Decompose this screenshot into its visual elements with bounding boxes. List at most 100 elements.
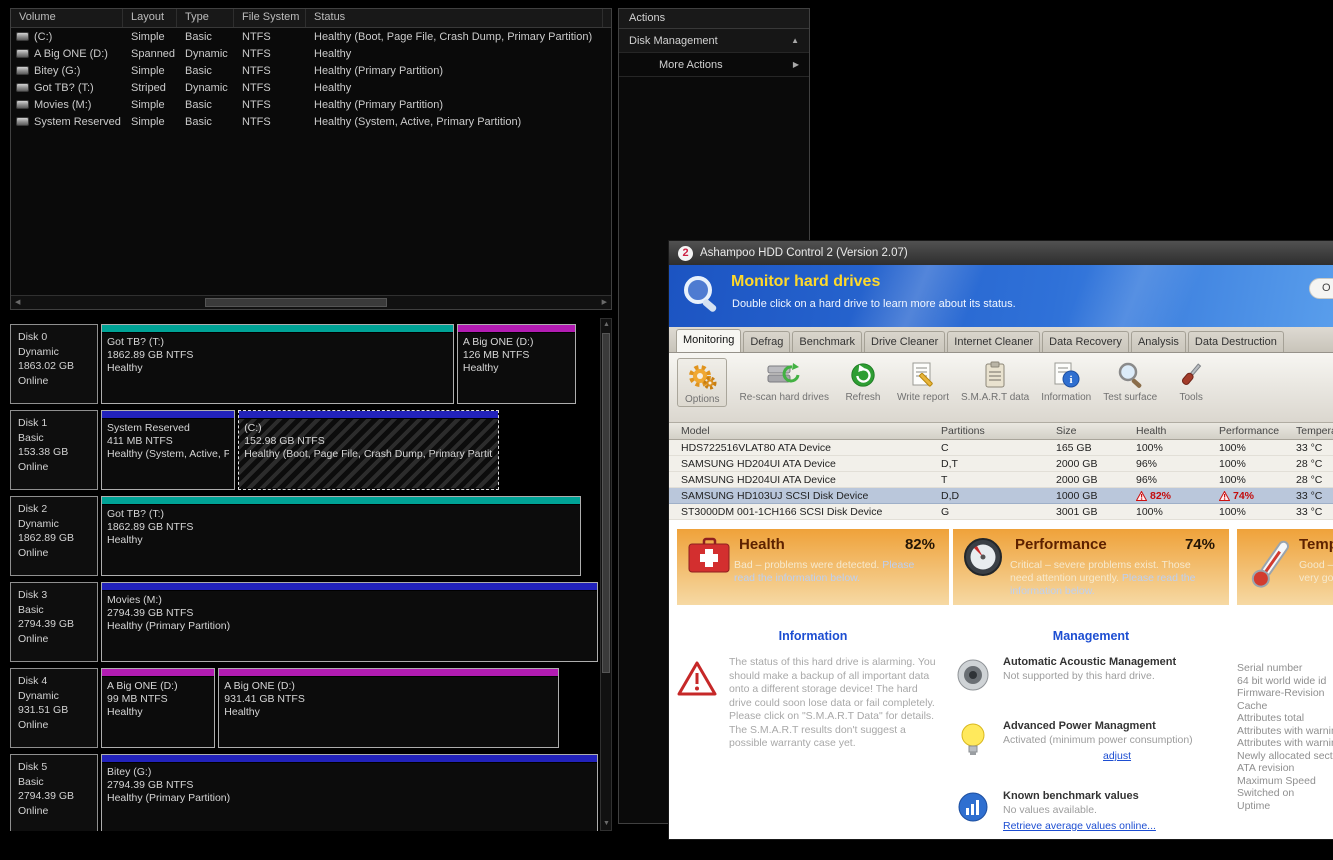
volume-row[interactable]: (C:) Simple Basic NTFS Healthy (Boot, Pa… [11,28,611,45]
drive-partitions: D,D [941,490,960,502]
drive-row[interactable]: HDS722516VLAT80 ATA Device C 165 GB 100%… [669,440,1333,456]
information-button[interactable]: i Information [1041,358,1091,403]
adjust-link[interactable]: adjust [1103,750,1131,762]
vertical-scrollbar[interactable]: ▲ ▼ [600,318,612,831]
smart-data-button[interactable]: S.M.A.R.T data [961,358,1029,403]
scroll-left-icon[interactable]: ◀ [15,299,20,307]
scrollbar-thumb[interactable] [205,298,387,307]
drive-temperature: 28 °C [1296,474,1323,486]
drive-icon [16,117,29,126]
column-header-status[interactable]: Status [306,9,603,27]
tab-data-recovery[interactable]: Data Recovery [1042,331,1129,352]
tools-button[interactable]: Tools [1169,358,1213,403]
column-header-partitions[interactable]: Partitions [941,423,1056,439]
drive-row[interactable]: SAMSUNG HD204UI ATA Device T 2000 GB 96%… [669,472,1333,488]
drive-row[interactable]: ST3000DM 001-1CH166 SCSI Disk Device G 3… [669,504,1333,520]
partition-a-big-one[interactable]: A Big ONE (D:) 99 MB NTFS Healthy [101,668,216,748]
tool-label: Tools [1179,392,1203,403]
column-header-temperature[interactable]: Temperature [1296,423,1333,439]
horizontal-scrollbar[interactable]: ◀ ▶ [11,295,611,309]
disk-label[interactable]: Disk 4 Dynamic 931.51 GB Online [10,668,98,748]
refresh-button[interactable]: Refresh [841,358,885,403]
scroll-down-icon[interactable]: ▼ [603,820,610,828]
disk-state: Online [18,374,49,387]
volume-row[interactable]: Movies (M:) Simple Basic NTFS Healthy (P… [11,96,611,113]
disk-row-3: Disk 3 Basic 2794.39 GB Online Movies (M… [10,582,598,662]
column-header-health[interactable]: Health [1136,423,1219,439]
tab-monitoring[interactable]: Monitoring [676,329,742,352]
disk-label[interactable]: Disk 5 Basic 2794.39 GB Online [10,754,98,831]
volume-row[interactable]: Got TB? (T:) Striped Dynamic NTFS Health… [11,79,611,96]
partition-got-tb[interactable]: Got TB? (T:) 1862.89 GB NTFS Healthy [101,324,454,404]
scroll-up-icon[interactable]: ▲ [603,321,610,329]
tab-defrag[interactable]: Defrag [743,331,791,352]
volume-row[interactable]: A Big ONE (D:) Spanned Dynamic NTFS Heal… [11,45,611,62]
tab-analysis[interactable]: Analysis [1130,331,1186,352]
detail-label: Serial number [1237,662,1303,674]
magnifier-icon [684,276,717,312]
column-header-file-system[interactable]: File System [234,9,306,27]
column-header-model[interactable]: Model [669,423,941,439]
column-header-volume[interactable]: Volume [11,9,123,27]
volume-capacity: 2 [603,65,611,77]
drive-size: 3001 GB [1056,506,1098,518]
tab-benchmark[interactable]: Benchmark [792,331,863,352]
partition-c-selected[interactable]: (C:) 152.98 GB NTFS Healthy (Boot, Page … [238,410,500,490]
column-header-layout[interactable]: Layout [123,9,177,27]
scroll-right-icon[interactable]: ▶ [602,299,607,307]
partition-color-stripe [102,497,580,505]
drive-row[interactable]: SAMSUNG HD204UI ATA Device D,T 2000 GB 9… [669,456,1333,472]
drive-icon [16,100,29,109]
chevron-up-icon[interactable]: ▲ [791,36,799,45]
partition-got-tb[interactable]: Got TB? (T:) 1862.89 GB NTFS Healthy [101,496,581,576]
drive-partitions: G [941,506,950,518]
chevron-right-icon[interactable]: ▶ [793,60,799,69]
scrollbar-thumb[interactable] [602,333,610,673]
actions-panel-title: Actions [619,9,809,29]
retrieve-values-link[interactable]: Retrieve average values online... [1003,820,1156,832]
disk-kind: Dynamic [18,517,59,530]
actions-item-more-actions[interactable]: More Actions ▶ [619,53,809,77]
partition-bitey[interactable]: Bitey (G:) 2794.39 GB NTFS Healthy (Prim… [101,754,598,831]
hdd-title-bar[interactable]: 2 Ashampoo HDD Control 2 (Version 2.07) [669,241,1333,265]
partition-movies[interactable]: Movies (M:) 2794.39 GB NTFS Healthy (Pri… [101,582,598,662]
partition-a-big-one[interactable]: A Big ONE (D:) 931.41 GB NTFS Healthy [218,668,559,748]
test-surface-button[interactable]: Test surface [1103,358,1157,403]
drive-icon [16,32,29,41]
column-header-performance[interactable]: Performance [1219,423,1296,439]
volume-row[interactable]: Bitey (G:) Simple Basic NTFS Healthy (Pr… [11,62,611,79]
partition-size: 2794.39 GB NTFS [107,779,194,791]
disk-label[interactable]: Disk 3 Basic 2794.39 GB Online [10,582,98,662]
disk-label[interactable]: Disk 1 Basic 153.38 GB Online [10,410,98,490]
disk-label[interactable]: Disk 2 Dynamic 1862.89 GB Online [10,496,98,576]
partition-color-stripe [457,325,576,333]
management-heading[interactable]: Management [953,629,1229,643]
column-header-capacity[interactable]: Capacity [603,9,611,27]
tool-label: Write report [896,392,950,403]
rescan-drives-button[interactable]: Re-scan hard drives [739,358,829,403]
volume-fs: NTFS [242,47,271,60]
volume-row[interactable]: System Reserved Simple Basic NTFS Health… [11,113,611,130]
actions-item-disk-management[interactable]: Disk Management ▲ [619,29,809,53]
write-report-button[interactable]: Write report [897,358,949,403]
drive-row-selected[interactable]: SAMSUNG HD103UJ SCSI Disk Device D,D 100… [669,488,1333,504]
volume-type: Dynamic [185,81,228,94]
banner-corner-button[interactable]: O [1309,278,1333,299]
options-button[interactable]: Options [677,358,728,407]
tab-drive-cleaner[interactable]: Drive Cleaner [864,331,946,352]
disk-name: Disk 4 [18,675,48,687]
tab-internet-cleaner[interactable]: Internet Cleaner [947,331,1041,352]
disk-label[interactable]: Disk 0 Dynamic 1863.02 GB Online [10,324,98,404]
health-column: Health 82% Bad – problems were detected.… [677,529,949,751]
column-header-size[interactable]: Size [1056,423,1136,439]
partition-system-reserved[interactable]: System Reserved 411 MB NTFS Healthy (Sys… [101,410,236,490]
column-header-type[interactable]: Type [177,9,234,27]
partition-label: A Big ONE (D:) [224,680,295,692]
tab-data-destruction[interactable]: Data Destruction [1187,331,1284,352]
partition-a-big-one[interactable]: A Big ONE (D:) 126 MB NTFS Healthy [456,324,577,404]
volume-name: (C:) [34,30,53,43]
volume-status: Healthy [314,47,352,60]
volume-layout: Simple [131,115,165,128]
information-heading[interactable]: Information [677,629,949,643]
detail-label: Firmware-Revision [1237,687,1325,699]
